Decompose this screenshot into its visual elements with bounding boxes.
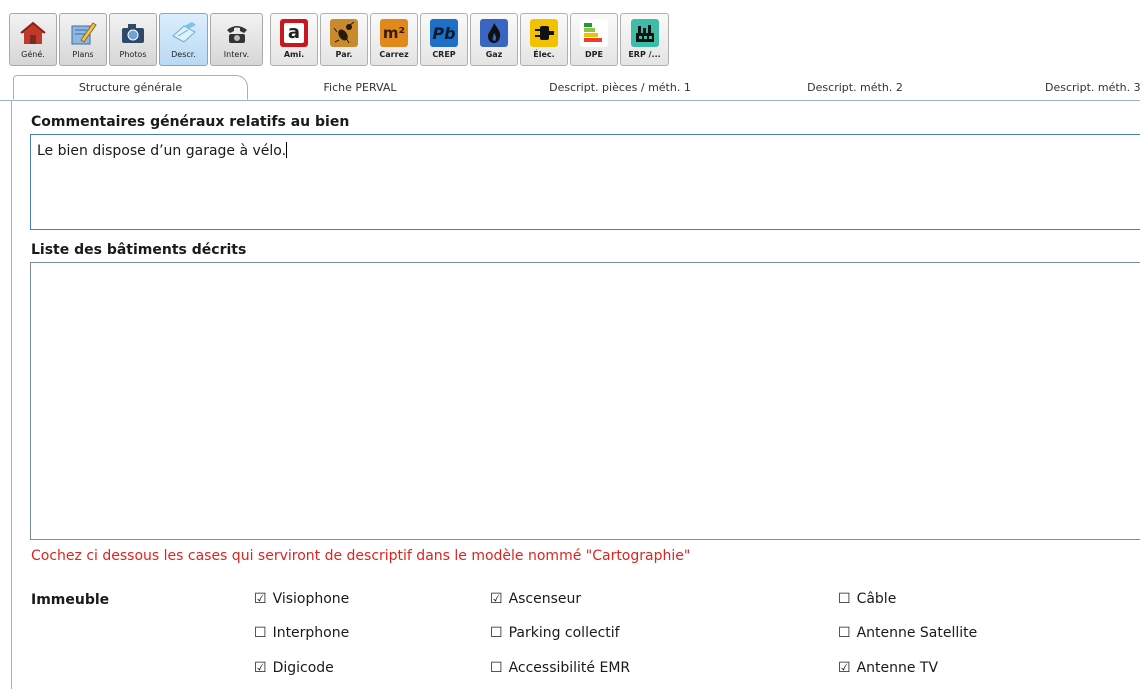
tb-dpe-label: DPE [585,50,603,59]
toolbar: Géné. Plans Photos Descr. Interv. a Ami. [0,0,1140,70]
tb-elec-label: Élec. [533,50,555,59]
checkbox-antenne-tv-label: Antenne TV [856,660,939,676]
text-caret [286,142,288,158]
checkbox-ascenseur[interactable]: ☑ Ascenseur [490,591,581,607]
asbestos-glyph: a [284,23,304,43]
energy-label-icon [580,19,608,47]
tab-structure-generale[interactable]: Structure générale [13,75,248,100]
tb-crep-button[interactable]: Pb CREP [420,13,468,66]
house-icon [19,19,47,47]
checkbox-parking-collectif-label: Parking collectif [508,625,620,641]
tb-plans-button[interactable]: Plans [59,13,107,66]
checkbox-antenne-satellite-box[interactable]: ☐ [838,625,851,641]
tab-descript-meth2[interactable]: Descript. méth. 2 [780,75,930,100]
checkbox-visiophone-box[interactable]: ☑ [254,591,267,607]
panel-left-border [11,100,12,689]
buildings-heading: Liste des bâtiments décrits [31,242,247,258]
gas-flame-icon [480,19,508,47]
factory-icon [630,19,659,47]
tab-descript-pieces[interactable]: Descript. pièces / méth. 1 [520,75,720,100]
pb-glyph: Pb [432,23,456,43]
electric-plug-icon [530,19,558,47]
m2-icon: m² [380,19,408,47]
checkbox-interphone-box[interactable]: ☐ [254,625,267,641]
buildings-list[interactable] [30,262,1140,540]
tb-carrez-label: Carrez [379,50,409,59]
tb-gene-label: Géné. [21,50,45,59]
tb-gene-button[interactable]: Géné. [9,13,57,66]
checkbox-cable-box[interactable]: ☐ [838,591,851,607]
checkbox-visiophone-label: Visiophone [272,591,350,607]
description-icon [170,19,198,47]
checkbox-antenne-satellite[interactable]: ☐ Antenne Satellite [838,625,977,641]
checkbox-visiophone[interactable]: ☑ Visiophone [254,591,349,607]
tb-photos-button[interactable]: Photos [109,13,157,66]
checkbox-cable[interactable]: ☐ Câble [838,591,896,607]
checkbox-antenne-tv[interactable]: ☑ Antenne TV [838,660,938,676]
tb-interv-button[interactable]: Interv. [210,13,263,66]
immeuble-label: Immeuble [31,592,110,608]
tb-par-button[interactable]: Par. [320,13,368,66]
comments-heading: Commentaires généraux relatifs au bien [31,114,350,130]
tb-crep-label: CREP [432,50,456,59]
checkbox-cable-label: Câble [856,591,897,607]
termite-icon [330,19,358,47]
checkbox-interphone[interactable]: ☐ Interphone [254,625,349,641]
checkbox-digicode-label: Digicode [272,660,334,676]
tb-gaz-label: Gaz [485,50,503,59]
checkbox-antenne-tv-box[interactable]: ☑ [838,660,851,676]
tab-fiche-perval[interactable]: Fiche PERVAL [300,75,420,100]
checkbox-digicode[interactable]: ☑ Digicode [254,660,334,676]
comments-value[interactable]: Le bien dispose d’un garage à vélo. [37,142,288,159]
checkbox-interphone-label: Interphone [272,625,350,641]
asbestos-a-icon: a [280,19,308,47]
tb-erp-button[interactable]: ERP /... [620,13,669,66]
tb-erp-label: ERP /... [628,50,661,59]
tb-ami-button[interactable]: a Ami. [270,13,318,66]
m2-glyph: m² [382,24,406,42]
checkbox-ascenseur-box[interactable]: ☑ [490,591,503,607]
tb-descr-button[interactable]: Descr. [159,13,208,66]
tb-plans-label: Plans [72,50,94,59]
telephone-icon [223,19,251,47]
checkbox-ascenseur-label: Ascenseur [508,591,582,607]
checkbox-parking-collectif-box[interactable]: ☐ [490,625,503,641]
checkbox-accessibilite-emr[interactable]: ☐ Accessibilité EMR [490,660,630,676]
tab-bar: Structure générale Fiche PERVAL Descript… [0,75,1140,101]
tb-gaz-button[interactable]: Gaz [470,13,518,66]
tb-carrez-button[interactable]: m² Carrez [370,13,418,66]
tab-descript-meth3[interactable]: Descript. méth. 3 [1045,75,1140,100]
tb-dpe-button[interactable]: DPE [570,13,618,66]
checkbox-accessibilite-emr-box[interactable]: ☐ [490,660,503,676]
tb-descr-label: Descr. [171,50,196,59]
pencil-plan-icon [69,19,97,47]
comments-textarea[interactable]: Le bien dispose d’un garage à vélo. [30,134,1140,230]
checkbox-digicode-box[interactable]: ☑ [254,660,267,676]
tb-elec-button[interactable]: Élec. [520,13,568,66]
lead-pb-icon: Pb [430,19,458,47]
tb-ami-label: Ami. [283,50,305,59]
cartography-warning: Cochez ci dessous les cases qui serviron… [31,548,691,564]
checkbox-parking-collectif[interactable]: ☐ Parking collectif [490,625,620,641]
tb-photos-label: Photos [119,50,147,59]
tb-par-label: Par. [335,50,353,59]
tb-interv-label: Interv. [223,50,250,59]
checkbox-accessibilite-emr-label: Accessibilité EMR [508,660,631,676]
checkbox-antenne-satellite-label: Antenne Satellite [856,625,978,641]
comments-value-text: Le bien dispose d’un garage à vélo. [37,143,287,159]
camera-icon [119,19,147,47]
